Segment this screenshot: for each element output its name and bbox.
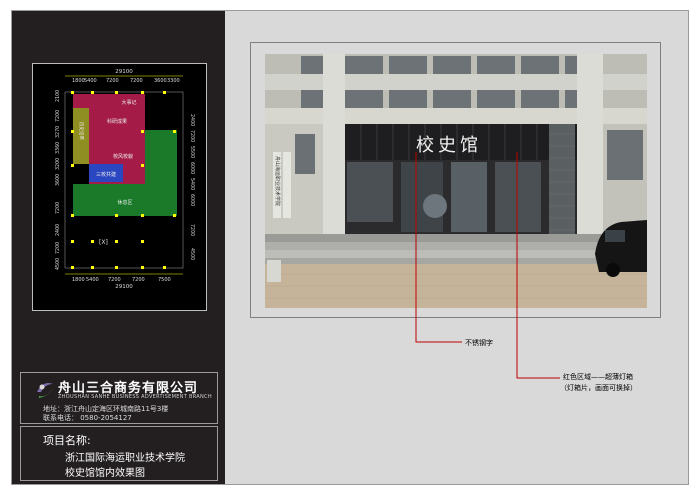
entrance-mark: [X] [99,239,108,246]
floor-plan-panel: 29100 1800 5400 7200 7200 3600 3300 2100… [32,63,207,311]
company-name-en: ZHOUSHAN SANHE BUSINESS ADVERTISEMENT BR… [58,394,212,400]
dim-bottom-2: 7200 [108,277,121,283]
room-r3-label: 校风校貌 [113,153,133,160]
company-phone: 联系电话： 0580-2054127 [43,414,132,422]
project-name-line1: 浙江国际海运职业技术学院 [65,453,185,464]
dim-right-3: 6000 [189,162,195,174]
side-plaque-text: 舟山海运职业技术学院 [274,156,281,206]
dim-left-3: 3360 [55,142,61,154]
dim-top-2: 7200 [106,78,119,84]
sign-text: 校史馆 [416,135,482,156]
project-info-block: 项目名称: 浙江国际海运职业技术学院 校史馆馆内效果图 [20,426,218,481]
dim-top-5: 3300 [167,78,180,84]
dim-left-8: 7200 [55,242,61,254]
dim-top-0: 1800 [72,78,85,84]
dim-left-4: 3200 [55,158,61,170]
room-r2-label: 科研成果 [107,118,127,125]
dim-top-total: 29100 [115,69,133,75]
company-logo-icon [37,383,53,398]
dim-left-7: 2400 [55,224,61,236]
dim-bottom-0: 1800 [72,277,85,283]
dim-bottom-total: 29100 [115,284,133,290]
dim-bottom-3: 7200 [132,277,145,283]
dim-left-1: 7200 [55,110,61,122]
room-r5-label: 休息区 [117,199,132,206]
dim-right-1: 7200 [189,130,195,142]
callout-lightbox-line1: 红色区域——超薄灯箱 [563,373,633,381]
dim-left-6: 7200 [55,202,61,214]
project-title: 项目名称: [43,434,91,447]
dim-right-4: 5400 [189,178,195,190]
room-r6-label: 历史沿革 [78,122,85,140]
dim-left-5: 3600 [55,174,61,186]
dim-right-0: 2400 [189,114,195,126]
room-r4-label: 三校共建 [96,171,116,178]
dim-top-1: 5400 [84,78,97,84]
dim-left-9: 4500 [55,258,61,270]
project-name-line2: 校史馆馆内效果图 [65,468,145,479]
dim-right-5: 6000 [189,194,195,206]
dim-top-4: 3600 [154,78,167,84]
building-rendering: 舟山海运职业技术学院 校史馆 [265,54,647,308]
dim-bottom-4: 7500 [158,277,171,283]
room-r1-label: 大事记 [121,99,136,106]
dim-bottom-1: 5400 [86,277,99,283]
dim-right-2: 5500 [189,146,195,158]
dim-left-2: 3270 [55,126,61,138]
dim-right-7: 4500 [189,248,195,260]
dim-left-0: 2100 [55,90,61,102]
floor-plan-drawing: 29100 1800 5400 7200 7200 3600 3300 2100… [55,69,195,290]
dim-top-3: 7200 [130,78,143,84]
dim-right-6: 7200 [189,224,195,236]
callout-lightbox-line2: （灯箱片，画面可换掉） [560,384,637,392]
callout-stainless-letters: 不锈钢字 [465,339,493,347]
building-facade-image: 舟山海运职业技术学院 校史馆 [265,54,647,308]
